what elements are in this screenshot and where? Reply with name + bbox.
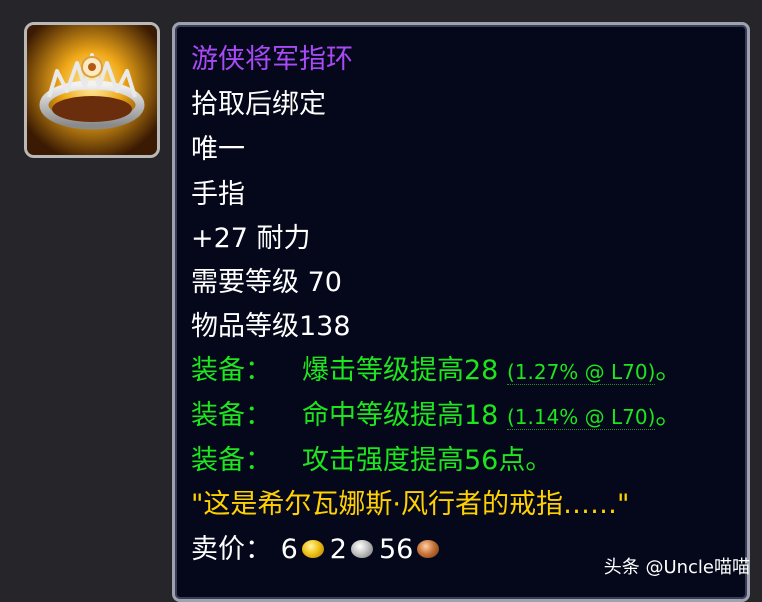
equip-prefix: 装备： (191, 445, 272, 476)
item-icon-frame[interactable] (24, 22, 160, 158)
equip-prefix: 装备： (191, 355, 272, 386)
ring-icon (27, 25, 157, 155)
gold-coin-icon (301, 539, 324, 558)
item-level: 物品等级138 (191, 311, 351, 342)
equip-text: 攻击强度提高56点。 (302, 445, 553, 476)
gold-amount: 6 (280, 534, 298, 565)
silver-amount: 2 (329, 534, 347, 565)
equip-suffix: 。 (655, 355, 683, 386)
equip-effect-line: 装备： 命中等级提高18 (1.14% @ L70)。 (191, 401, 682, 432)
silver-coin-icon (350, 539, 373, 558)
equip-detail[interactable]: (1.27% @ L70) (506, 360, 656, 385)
item-required-level: 需要等级 70 (191, 267, 342, 298)
equip-text: 爆击等级提高28 (302, 355, 499, 386)
equip-effect-line: 装备： 攻击强度提高56点。 (191, 446, 552, 476)
item-stat: +27 耐力 (191, 223, 311, 254)
item-binding: 拾取后绑定 (191, 89, 326, 120)
sell-price: 卖价： 6 2 56 (191, 535, 445, 565)
item-slot: 手指 (191, 179, 245, 210)
item-name[interactable]: 游侠将军指环 (191, 45, 353, 75)
item-unique: 唯一 (191, 134, 245, 165)
item-tooltip: 游侠将军指环 拾取后绑定 唯一 手指 +27 耐力 需要等级 70 物品等级13… (172, 22, 750, 602)
equip-prefix: 装备： (191, 400, 272, 431)
copper-coin-icon (417, 539, 440, 558)
equip-suffix: 。 (655, 400, 683, 431)
item-flavor-text: "这是希尔瓦娜斯·风行者的戒指……" (191, 489, 630, 520)
equip-text: 命中等级提高18 (302, 400, 499, 431)
equip-effect-line: 装备： 爆击等级提高28 (1.27% @ L70)。 (191, 356, 682, 387)
watermark: 头条 @Uncle喵喵 (603, 557, 750, 578)
sell-price-label: 卖价： (191, 534, 272, 565)
equip-detail[interactable]: (1.14% @ L70) (506, 405, 656, 430)
copper-amount: 56 (378, 534, 414, 565)
